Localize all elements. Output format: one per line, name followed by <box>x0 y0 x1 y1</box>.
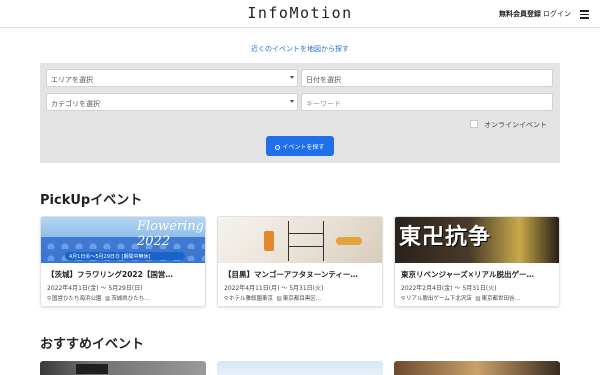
tea-stand-image <box>288 221 324 261</box>
keyword-input-placeholder: キーワード <box>306 100 341 108</box>
recommended-card-thumbnail[interactable] <box>217 361 383 375</box>
event-meta: ⚲リアル脱出ゲーム下北沢店 ▥東京都世田谷… <box>401 294 557 302</box>
recommended-section-title: おすすめイベント <box>40 337 145 352</box>
map-pin-icon: ⚲ <box>224 296 229 302</box>
event-meta: ⚲ホテル雅叙園東京 ▥東京都目黒区… <box>224 294 380 302</box>
event-address: 東京都世田谷… <box>481 296 521 302</box>
event-venue: リアル脱出ゲーム下北沢店 <box>406 296 472 302</box>
event-thumbnail[interactable] <box>218 217 382 263</box>
event-address: 茨城県ひたち… <box>111 296 150 302</box>
keyword-input[interactable]: キーワード <box>301 93 553 111</box>
category-select-label: カテゴリを選択 <box>51 100 100 108</box>
event-card[interactable]: Flowering 2022 4月1日㊎〜5月29日㊐ [期間中無休] 【茨城】… <box>40 216 206 307</box>
storefront-sign-image <box>76 364 108 374</box>
site-header: InfoMotion 無料会員登録 ログイン <box>0 0 600 28</box>
thumbnail-overlay-text: 東卍抗争 <box>399 224 492 250</box>
event-card[interactable]: 東卍抗争 東京リベンジャーズ×リアル脱出ゲー… 2022年2月4日(金) 〜 5… <box>394 216 560 307</box>
signup-link[interactable]: 無料会員登録 <box>499 9 541 19</box>
pastry-image <box>336 237 362 245</box>
chevron-down-icon <box>290 100 294 103</box>
login-link[interactable]: ログイン <box>543 9 571 19</box>
online-event-label[interactable]: オンラインイベント <box>484 120 547 130</box>
search-panel: エリアを選択 日付を選択 カテゴリを選択 キーワード オンラインイベント イベン… <box>40 63 560 163</box>
recommended-card-thumbnail[interactable] <box>394 361 560 375</box>
date-input-label: 日付を選択 <box>306 76 341 84</box>
event-title[interactable]: 東京リベンジャーズ×リアル脱出ゲー… <box>401 269 555 280</box>
area-select[interactable]: エリアを選択 <box>46 69 298 87</box>
event-thumbnail[interactable]: Flowering 2022 4月1日㊎〜5月29日㊐ [期間中無休] <box>41 217 205 263</box>
pickup-section-title: PickUpイベント <box>40 193 143 208</box>
category-select[interactable]: カテゴリを選択 <box>46 93 298 111</box>
area-select-label: エリアを選択 <box>51 76 93 84</box>
event-title[interactable]: 【目黒】マンゴーアフタヌーンティー… <box>224 269 378 280</box>
event-date: 2022年2月4日(金) 〜 5月31日(火) <box>401 285 497 292</box>
event-date: 2022年4月11日(月) 〜 5月31日(火) <box>224 285 324 292</box>
event-card[interactable]: 【目黒】マンゴーアフタヌーンティー… 2022年4月11日(月) 〜 5月31日… <box>217 216 383 307</box>
online-event-checkbox[interactable] <box>470 120 478 128</box>
map-icon: ▥ <box>475 296 481 302</box>
event-address: 東京都目黒区… <box>282 296 322 302</box>
hamburger-menu-icon[interactable] <box>580 10 589 19</box>
search-icon <box>275 145 281 150</box>
map-icon: ▥ <box>105 296 111 302</box>
chevron-down-icon <box>290 76 294 79</box>
event-venue: 国営ひたち海浜公園 <box>52 296 102 302</box>
thumbnail-date-band: 4月1日㊎〜5月29日㊐ [期間中無休] <box>65 252 185 260</box>
map-pin-icon: ⚲ <box>47 296 52 302</box>
event-venue: ホテル雅叙園東京 <box>229 296 274 302</box>
thumbnail-overlay-text: Flowering 2022 <box>137 219 204 249</box>
search-events-button[interactable]: イベントを探す <box>266 136 334 156</box>
event-thumbnail[interactable]: 東卍抗争 <box>395 217 559 263</box>
event-title[interactable]: 【茨城】フラワリング2022【国営… <box>47 269 201 280</box>
map-search-link[interactable]: 近くのイベントを地図から探す <box>0 44 600 54</box>
date-input[interactable]: 日付を選択 <box>301 69 553 87</box>
map-icon: ▥ <box>276 296 282 302</box>
drink-glass-image <box>264 231 274 251</box>
event-meta: ⚲国営ひたち海浜公園 ▥茨城県ひたち… <box>47 294 203 302</box>
map-pin-icon: ⚲ <box>401 296 406 302</box>
search-button-label: イベントを探す <box>282 144 325 151</box>
event-date: 2022年4月1日(金) 〜 5月29日(日) <box>47 285 143 292</box>
recommended-card-thumbnail[interactable] <box>40 361 206 375</box>
